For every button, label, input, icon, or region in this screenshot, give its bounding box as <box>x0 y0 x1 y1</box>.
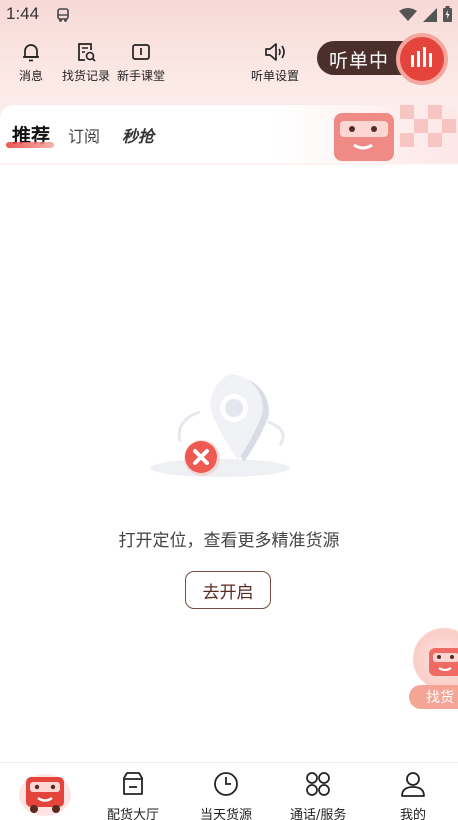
truck-mascot-decoration <box>330 105 458 163</box>
cargo-hall-icon <box>119 770 147 802</box>
beginner-class-label: 新手课堂 <box>117 69 166 83</box>
grid-icon <box>304 770 332 802</box>
empty-state-message: 打开定位，查看更多精准货源 <box>118 531 340 551</box>
truck-status-icon <box>55 7 71 27</box>
search-record-icon <box>74 40 98 64</box>
audio-bars-icon <box>409 47 435 71</box>
active-tab-indicator <box>6 142 54 148</box>
speaker-icon <box>263 40 287 64</box>
messages-label: 消息 <box>19 69 44 83</box>
nav-cargo-hall-label: 配货大厅 <box>107 808 160 820</box>
nav-call-service-label: 通话/服务 <box>290 808 347 820</box>
tab-bar: 推荐 订阅 秒抢 <box>0 105 458 163</box>
wifi-icon <box>399 7 417 26</box>
clock-icon <box>212 770 240 802</box>
bottom-navigation: 配货大厅 当天货源 通话/服务 我的 <box>0 762 458 820</box>
tab-seckill[interactable]: 秒抢 <box>122 123 154 147</box>
nav-mine[interactable]: 我的 <box>399 770 427 820</box>
search-history-label: 找货记录 <box>62 69 111 83</box>
truck-mascot-icon <box>413 628 458 690</box>
messages-button[interactable]: 消息 <box>19 40 43 84</box>
nav-today-cargo-label: 当天货源 <box>200 808 253 820</box>
listening-audio-button[interactable] <box>396 33 448 85</box>
bell-icon <box>19 40 43 64</box>
nav-today-cargo[interactable]: 当天货源 <box>200 770 252 820</box>
status-bar: 1:44 <box>0 0 458 28</box>
book-icon <box>129 40 153 64</box>
tab-subscribe[interactable]: 订阅 <box>68 123 100 147</box>
find-cargo-label: 找货 <box>409 685 458 709</box>
user-icon <box>399 770 427 802</box>
nav-call-service[interactable]: 通话/服务 <box>290 770 346 820</box>
location-off-illustration <box>140 360 320 489</box>
nav-cargo-hall[interactable]: 配货大厅 <box>107 770 159 820</box>
beginner-class-button[interactable]: 新手课堂 <box>117 40 165 84</box>
search-history-button[interactable]: 找货记录 <box>62 40 110 84</box>
find-cargo-float-button[interactable]: 找货 <box>409 628 458 710</box>
truck-home-icon <box>18 774 72 820</box>
listen-settings-button[interactable]: 听单设置 <box>251 40 299 84</box>
nav-home[interactable] <box>18 769 72 817</box>
header-area: 1:44 消息 找货记录 新手课堂 听单设置 听单中 推荐 订阅 秒抢 <box>0 0 458 165</box>
status-time: 1:44 <box>6 4 40 23</box>
listen-settings-label: 听单设置 <box>251 69 300 83</box>
listening-label: 听单中 <box>329 50 390 72</box>
enable-location-button[interactable]: 去开启 <box>185 571 271 609</box>
nav-mine-label: 我的 <box>399 808 426 820</box>
battery-icon <box>443 6 452 26</box>
signal-icon <box>423 7 437 26</box>
